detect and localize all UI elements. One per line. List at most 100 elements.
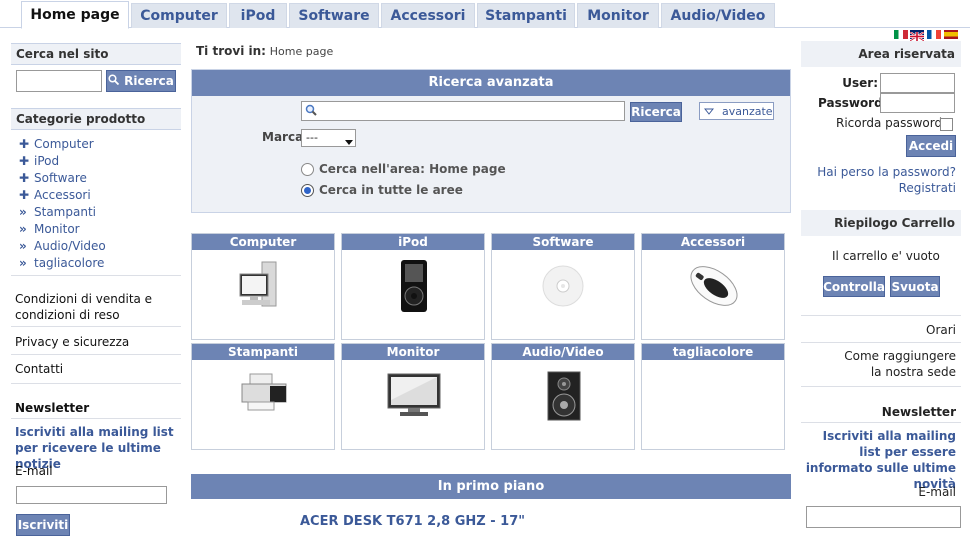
- directions-link[interactable]: Come raggiungere la nostra sede: [801, 348, 956, 380]
- category-tile-title: iPod: [342, 234, 484, 250]
- top-navigation: Home page Computer iPod Software Accesso…: [0, 0, 970, 29]
- double-chevron-icon: »: [19, 205, 27, 219]
- tab-accessori[interactable]: Accessori: [381, 3, 475, 28]
- triangle-down-icon: [703, 105, 715, 118]
- category-item-label: Software: [34, 171, 87, 185]
- category-item-tagliacolore[interactable]: » tagliacolore: [19, 255, 104, 271]
- french-flag-icon[interactable]: [927, 30, 941, 39]
- cart-status: Il carrello e' vuoto: [832, 249, 940, 263]
- category-item-accessori[interactable]: ✚ Accessori: [19, 187, 91, 203]
- speaker-image: [547, 371, 581, 421]
- divider: [11, 326, 181, 327]
- radio-current-area[interactable]: Cerca nell'area: Home page: [301, 162, 506, 176]
- category-tile-computer[interactable]: Computer: [191, 233, 335, 340]
- site-search-button[interactable]: Ricerca: [106, 70, 176, 92]
- category-tile-title: Software: [492, 234, 634, 250]
- plus-icon: ✚: [19, 188, 30, 202]
- plus-icon: ✚: [19, 154, 30, 168]
- divider: [801, 386, 961, 387]
- category-tile-accessori[interactable]: Accessori: [641, 233, 785, 340]
- radio-all-areas[interactable]: Cerca in tutte le aree: [301, 183, 463, 197]
- category-tile-title: Accessori: [642, 234, 784, 250]
- subscribe-button[interactable]: Iscriviti: [16, 514, 70, 536]
- tab-audio-video[interactable]: Audio/Video: [661, 3, 775, 28]
- remember-checkbox[interactable]: [940, 118, 953, 131]
- contacts-link[interactable]: Contatti: [15, 361, 180, 377]
- advanced-search-input[interactable]: [301, 101, 625, 121]
- category-item-computer[interactable]: ✚ Computer: [19, 136, 94, 152]
- conditions-link[interactable]: Condizioni di vendita e condizioni di re…: [15, 291, 165, 323]
- search-site-header: Cerca nel sito: [11, 43, 181, 65]
- divider: [801, 422, 961, 423]
- password-input[interactable]: [880, 93, 955, 113]
- newsletter-email-input[interactable]: [16, 486, 167, 504]
- login-button[interactable]: Accedi: [906, 135, 956, 157]
- mouse-image: [690, 266, 738, 306]
- advanced-search-button[interactable]: Ricerca: [630, 102, 682, 122]
- advanced-toggle-button[interactable]: avanzate: [699, 102, 774, 120]
- tab-stampanti[interactable]: Stampanti: [477, 3, 575, 28]
- category-item-label: Monitor: [34, 222, 80, 236]
- category-item-label: iPod: [34, 154, 60, 168]
- right-email-input[interactable]: [806, 506, 961, 528]
- english-flag-icon[interactable]: [909, 30, 925, 42]
- category-item-ipod[interactable]: ✚ iPod: [19, 153, 59, 169]
- tab-ipod[interactable]: iPod: [229, 3, 287, 28]
- chevron-down-icon: [345, 135, 353, 151]
- category-tile-software[interactable]: Software: [491, 233, 635, 340]
- lost-password-link[interactable]: Hai perso la password?: [801, 164, 956, 180]
- category-tile-audio-video[interactable]: Audio/Video: [491, 343, 635, 450]
- category-tile-tagliacolore[interactable]: tagliacolore: [641, 343, 785, 450]
- category-tile-title: Monitor: [342, 344, 484, 360]
- remember-label: Ricorda password: [836, 116, 943, 130]
- divider: [801, 342, 961, 343]
- user-input[interactable]: [880, 73, 955, 93]
- monitor-image: [387, 373, 441, 416]
- plus-icon: ✚: [19, 137, 30, 151]
- cart-header: Riepilogo Carrello: [801, 210, 961, 236]
- password-label: Password:: [818, 96, 888, 110]
- category-item-software[interactable]: ✚ Software: [19, 170, 87, 186]
- tab-computer[interactable]: Computer: [131, 3, 227, 28]
- italian-flag-icon[interactable]: [894, 30, 908, 39]
- category-item-label: Computer: [34, 137, 94, 151]
- category-tile-stampanti[interactable]: Stampanti: [191, 343, 335, 450]
- breadcrumb: Ti trovi in: Home page: [196, 44, 333, 58]
- register-link[interactable]: Registrati: [801, 180, 956, 196]
- radio-current-area-label: Cerca nell'area: Home page: [319, 162, 506, 176]
- featured-title: In primo piano: [191, 474, 791, 499]
- site-search-input[interactable]: [16, 70, 102, 92]
- newsletter-title: Newsletter: [15, 401, 90, 415]
- categories-header: Categorie prodotto: [11, 108, 181, 130]
- tab-home-page[interactable]: Home page: [21, 1, 129, 29]
- tab-monitor[interactable]: Monitor: [577, 3, 659, 28]
- spanish-flag-icon[interactable]: [944, 30, 958, 39]
- category-item-label: Audio/Video: [34, 239, 106, 253]
- right-newsletter-text[interactable]: Iscriviti alla mailing list per essere i…: [801, 428, 956, 492]
- breadcrumb-label: Ti trovi in:: [196, 44, 266, 58]
- double-chevron-icon: »: [19, 222, 27, 236]
- divider: [11, 418, 181, 419]
- brand-label: Marca: [262, 130, 304, 144]
- featured-product-link[interactable]: ACER DESK T671 2,8 GHZ - 17": [300, 514, 525, 529]
- breadcrumb-current[interactable]: Home page: [270, 45, 333, 58]
- tab-software[interactable]: Software: [289, 3, 379, 28]
- category-tile-ipod[interactable]: iPod: [341, 233, 485, 340]
- cart-empty-button[interactable]: Svuota: [890, 276, 940, 297]
- category-tile-monitor[interactable]: Monitor: [341, 343, 485, 450]
- cart-check-button[interactable]: Controlla: [823, 276, 885, 297]
- hours-link[interactable]: Orari: [801, 322, 956, 338]
- category-item-monitor[interactable]: » Monitor: [19, 221, 80, 237]
- brand-select-value: ---: [306, 131, 318, 144]
- privacy-link[interactable]: Privacy e sicurezza: [15, 334, 180, 350]
- category-item-stampanti[interactable]: » Stampanti: [19, 204, 96, 220]
- radio-checked-icon: [301, 183, 314, 197]
- radio-all-areas-label: Cerca in tutte le aree: [319, 183, 463, 197]
- brand-select[interactable]: ---: [301, 129, 356, 147]
- search-icon: [108, 74, 120, 88]
- divider: [11, 275, 181, 276]
- category-tile-title: Stampanti: [192, 344, 334, 360]
- category-item-audio-video[interactable]: » Audio/Video: [19, 238, 106, 254]
- login-header: Area riservata: [801, 41, 961, 67]
- category-tile-title: Audio/Video: [492, 344, 634, 360]
